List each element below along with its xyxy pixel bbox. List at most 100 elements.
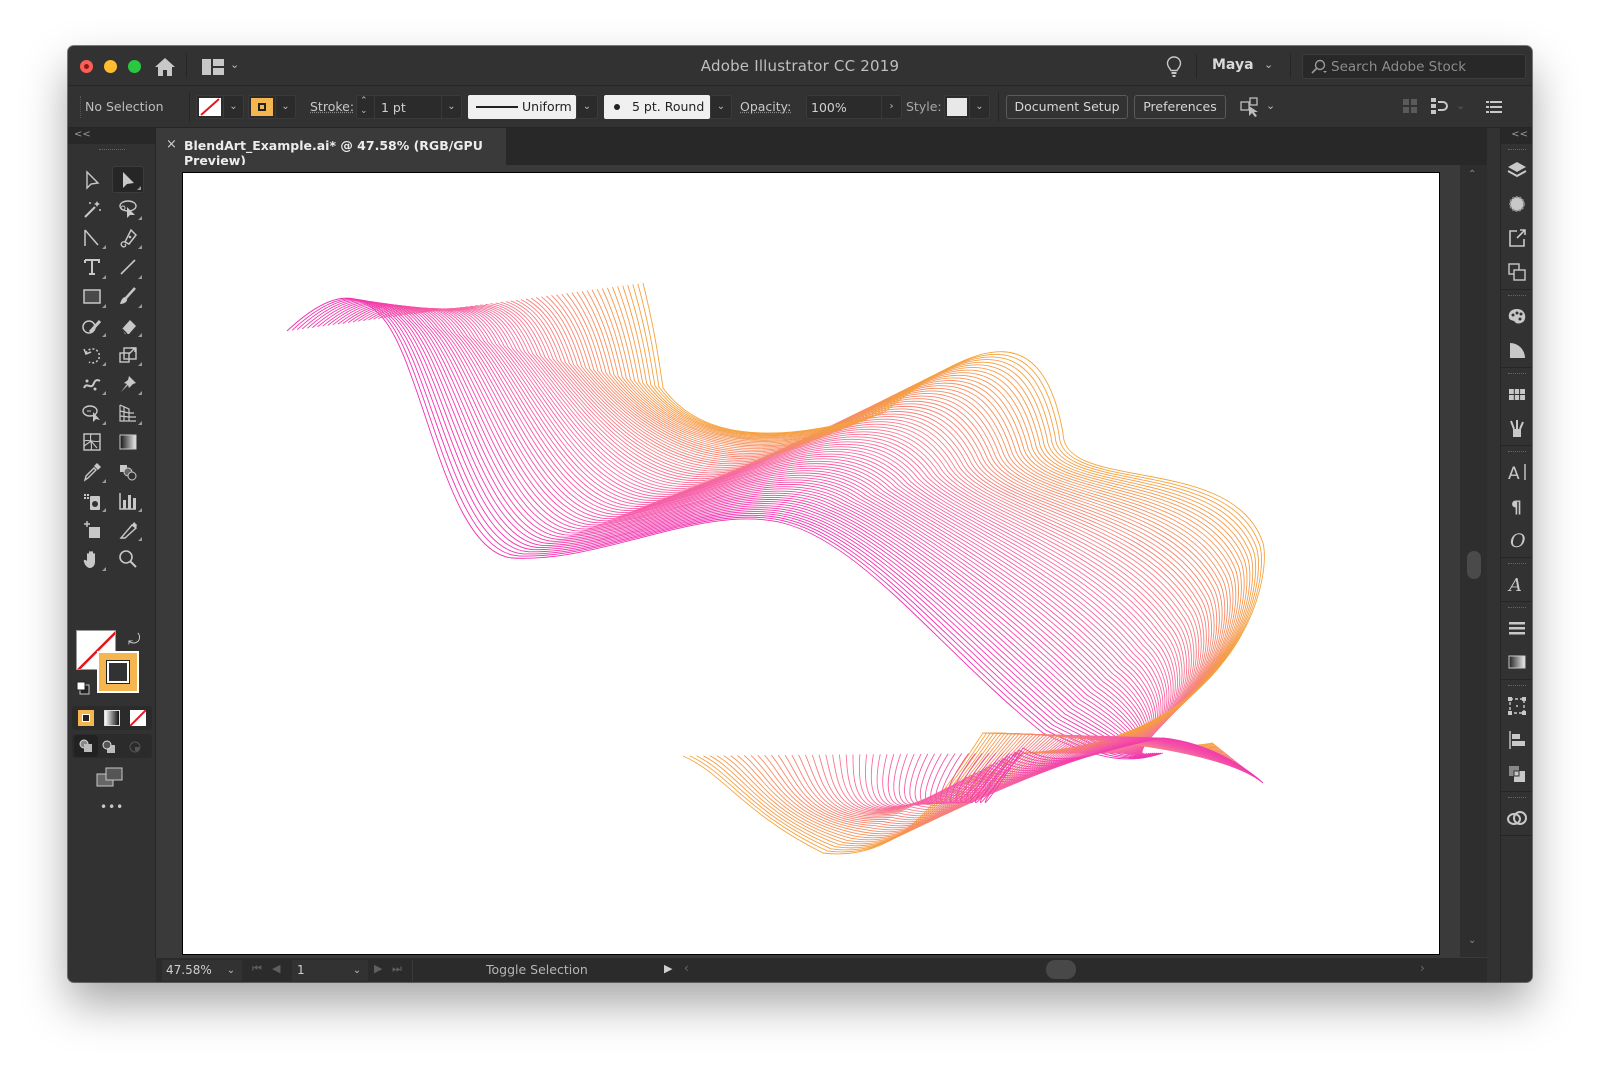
scroll-up-icon[interactable]: ⌃	[1468, 169, 1476, 180]
zoom-chevron-icon[interactable]: ⌄	[220, 960, 242, 981]
mesh-tool[interactable]	[76, 429, 108, 456]
panel-button-libraries[interactable]	[1501, 801, 1532, 835]
panel-button-pathfinder[interactable]	[1501, 757, 1532, 791]
stroke-weight-chevron-icon[interactable]: ⌄	[441, 96, 461, 118]
vertical-scrollbar[interactable]: ⌃ ⌄	[1460, 165, 1487, 957]
select-similar-chevron-icon[interactable]: ⌄	[1266, 99, 1275, 112]
artboard-number-field[interactable]: 1	[292, 960, 346, 981]
artboard-tool[interactable]	[76, 516, 108, 543]
last-artboard-icon[interactable]: ⏭	[392, 962, 402, 976]
eyedropper-tool[interactable]	[76, 458, 108, 485]
user-chevron-down-icon[interactable]: ⌄	[1264, 58, 1273, 71]
panel-collapse-button[interactable]: <<	[1501, 128, 1532, 144]
opacity-value[interactable]: 100%	[811, 100, 847, 115]
stroke-swatch-large[interactable]	[97, 651, 139, 693]
status-text[interactable]: Toggle Selection	[486, 962, 588, 977]
previous-artboard-icon[interactable]: ◀	[272, 962, 280, 975]
first-artboard-icon[interactable]: ⏮	[252, 962, 262, 976]
draw-normal-button[interactable]	[74, 735, 98, 757]
close-document-icon[interactable]: ×	[166, 137, 177, 152]
tools-collapse-button[interactable]: <<	[68, 128, 155, 144]
home-icon[interactable]	[154, 57, 176, 77]
workspace-switcher-icon[interactable]	[202, 59, 224, 79]
panel-button-color[interactable]	[1501, 299, 1532, 333]
snap-chevron-icon[interactable]: ⌄	[1456, 99, 1465, 112]
canvas-area[interactable]: ⌃ ⌄	[156, 165, 1487, 957]
panel-button-gradient[interactable]	[1501, 645, 1532, 679]
stroke-label[interactable]: Stroke:	[310, 99, 354, 114]
puppet-warp-tool[interactable]	[76, 370, 108, 397]
color-mode-button[interactable]	[78, 710, 94, 726]
lightbulb-icon[interactable]	[1166, 56, 1182, 82]
swap-fill-stroke-icon[interactable]: ⤾	[128, 630, 141, 648]
shaper-tool[interactable]	[76, 312, 108, 339]
blend-lines-group[interactable]	[286, 282, 1265, 855]
zoom-level-field[interactable]: 47.58%	[162, 960, 220, 981]
eraser-tool[interactable]	[112, 312, 144, 339]
artboard[interactable]	[182, 172, 1440, 955]
opacity-chevron-right-icon[interactable]: ›	[881, 96, 901, 118]
panel-button-artboards[interactable]	[1501, 255, 1532, 289]
panel-button-appearance[interactable]	[1501, 187, 1532, 221]
edit-toolbar-more-icon[interactable]: •••	[100, 800, 124, 814]
graphic-style-control[interactable]: ⌄	[944, 95, 990, 119]
panel-button-glyphs[interactable]: A	[1501, 567, 1532, 601]
workspace-chevron-down-icon[interactable]: ⌄	[230, 58, 239, 71]
stroke-dropdown-chevron-icon[interactable]: ⌄	[275, 96, 295, 118]
direct-selection-tool[interactable]	[76, 166, 108, 193]
stroke-weight-value[interactable]: 1 pt	[381, 100, 406, 115]
stroke-weight-stepper-icon[interactable]: ⌃ ⌄	[360, 96, 368, 116]
document-setup-button[interactable]: Document Setup	[1006, 95, 1128, 119]
fill-dropdown-chevron-icon[interactable]: ⌄	[223, 96, 243, 118]
change-screen-mode-icon[interactable]	[96, 766, 124, 792]
panel-button-color-guide[interactable]	[1501, 333, 1532, 367]
panel-button-export-for-screens[interactable]	[1501, 221, 1532, 255]
panel-button-transform[interactable]	[1501, 689, 1532, 723]
scale-tool[interactable]	[112, 341, 144, 368]
align-to-pixel-grid-icon[interactable]	[1402, 98, 1418, 118]
blend-tool[interactable]	[112, 458, 144, 485]
type-tool[interactable]	[76, 254, 108, 281]
opacity-label[interactable]: Opacity:	[740, 99, 791, 114]
preferences-button[interactable]: Preferences	[1134, 95, 1226, 119]
document-tab-title[interactable]: BlendArt_Example.ai* @ 47.58% (RGB/GPU P…	[184, 138, 506, 168]
rotate-tool[interactable]	[76, 341, 108, 368]
shape-builder-tool[interactable]	[76, 400, 108, 427]
gradient-mode-button[interactable]	[104, 710, 120, 726]
selection-tool[interactable]	[112, 166, 144, 193]
scroll-right-icon[interactable]: ›	[1420, 961, 1425, 975]
width-profile-chevron-icon[interactable]: ⌄	[577, 96, 597, 118]
default-fill-stroke-icon[interactable]	[76, 680, 90, 699]
perspective-grid-tool[interactable]	[112, 400, 144, 427]
draw-behind-button[interactable]	[102, 739, 116, 758]
horizontal-scroll-thumb[interactable]	[1046, 960, 1076, 979]
variable-width-profile-select[interactable]: Uniform	[468, 95, 576, 119]
panel-menu-icon[interactable]	[1486, 99, 1502, 118]
stroke-color-control[interactable]: ⌄	[248, 95, 296, 119]
gradient-tool[interactable]	[112, 429, 144, 456]
fill-color-control[interactable]: ⌄	[196, 95, 244, 119]
magic-wand-tool[interactable]	[76, 195, 108, 222]
pin-tool[interactable]	[112, 370, 144, 397]
zoom-tool[interactable]	[112, 546, 144, 573]
blend-artwork[interactable]	[183, 173, 1441, 956]
user-account-menu[interactable]: Maya	[1212, 57, 1254, 73]
scroll-down-icon[interactable]: ⌄	[1468, 935, 1476, 946]
brush-dropdown[interactable]: ⌄	[710, 95, 732, 119]
hand-tool[interactable]	[76, 546, 108, 573]
panel-button-layers[interactable]	[1501, 153, 1532, 187]
column-graph-tool[interactable]	[112, 487, 144, 514]
symbol-sprayer-tool[interactable]	[76, 487, 108, 514]
anchor-point-tool[interactable]	[76, 224, 108, 251]
artboard-chevron-icon[interactable]: ⌄	[346, 960, 368, 981]
vertical-scroll-thumb[interactable]	[1467, 551, 1481, 579]
snap-to-pixel-icon[interactable]	[1430, 97, 1450, 119]
slice-tool[interactable]	[112, 516, 144, 543]
next-artboard-icon[interactable]: ▶	[374, 962, 382, 975]
brush-definition-select[interactable]: 5 pt. Round	[604, 95, 710, 119]
rectangle-tool[interactable]	[76, 283, 108, 310]
panel-button-brushes[interactable]	[1501, 411, 1532, 445]
stroke-weight-field[interactable]: ⌃ ⌄ 1 pt ⌄	[356, 95, 462, 119]
minimize-window-button[interactable]	[104, 60, 117, 73]
lasso-tool[interactable]	[112, 195, 144, 222]
